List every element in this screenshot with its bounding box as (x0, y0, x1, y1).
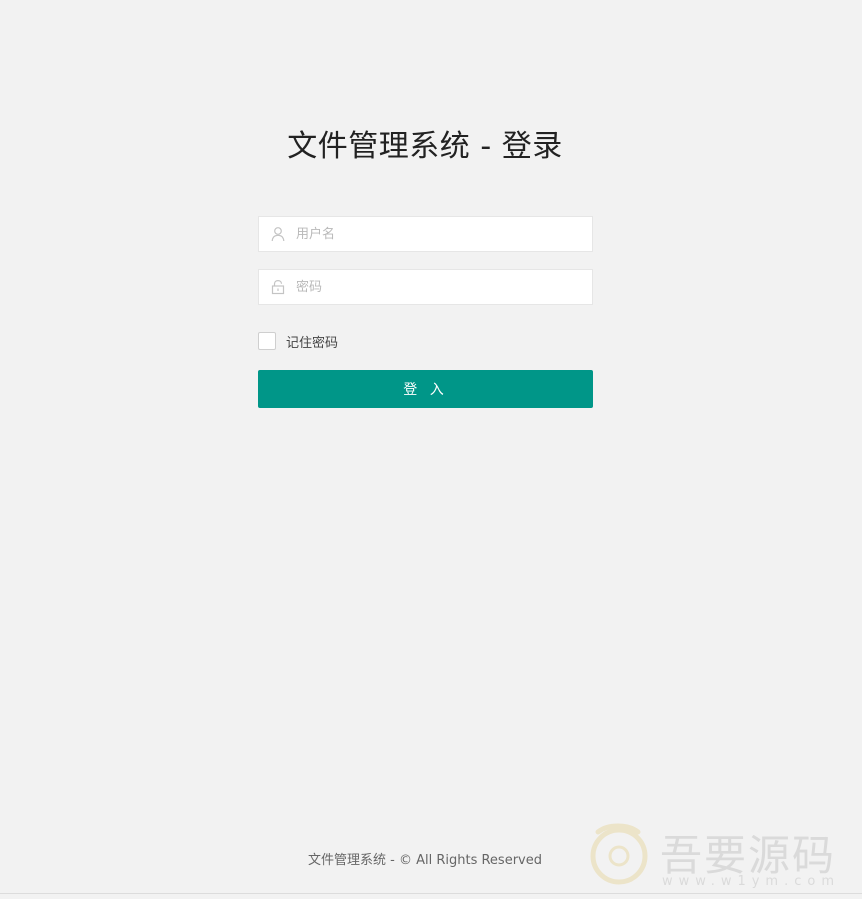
watermark-logo-icon (590, 823, 648, 885)
user-icon (271, 227, 285, 242)
remember-row: 记住密码 (258, 331, 593, 351)
watermark-url: www.w1ym.com (662, 874, 840, 889)
username-field (258, 216, 593, 252)
login-button[interactable]: 登 入 (258, 370, 593, 408)
bottom-divider (0, 893, 862, 894)
password-field (258, 269, 593, 305)
remember-checkbox[interactable] (258, 332, 276, 350)
page-title: 文件管理系统 - 登录 (287, 129, 563, 164)
username-input[interactable] (296, 217, 586, 251)
password-input[interactable] (296, 270, 586, 304)
lock-icon (271, 279, 285, 295)
watermark: 吾要源码 www.w1ym.com (588, 818, 853, 894)
login-form: 记住密码 登 入 (258, 216, 593, 408)
remember-label[interactable]: 记住密码 (286, 332, 338, 351)
